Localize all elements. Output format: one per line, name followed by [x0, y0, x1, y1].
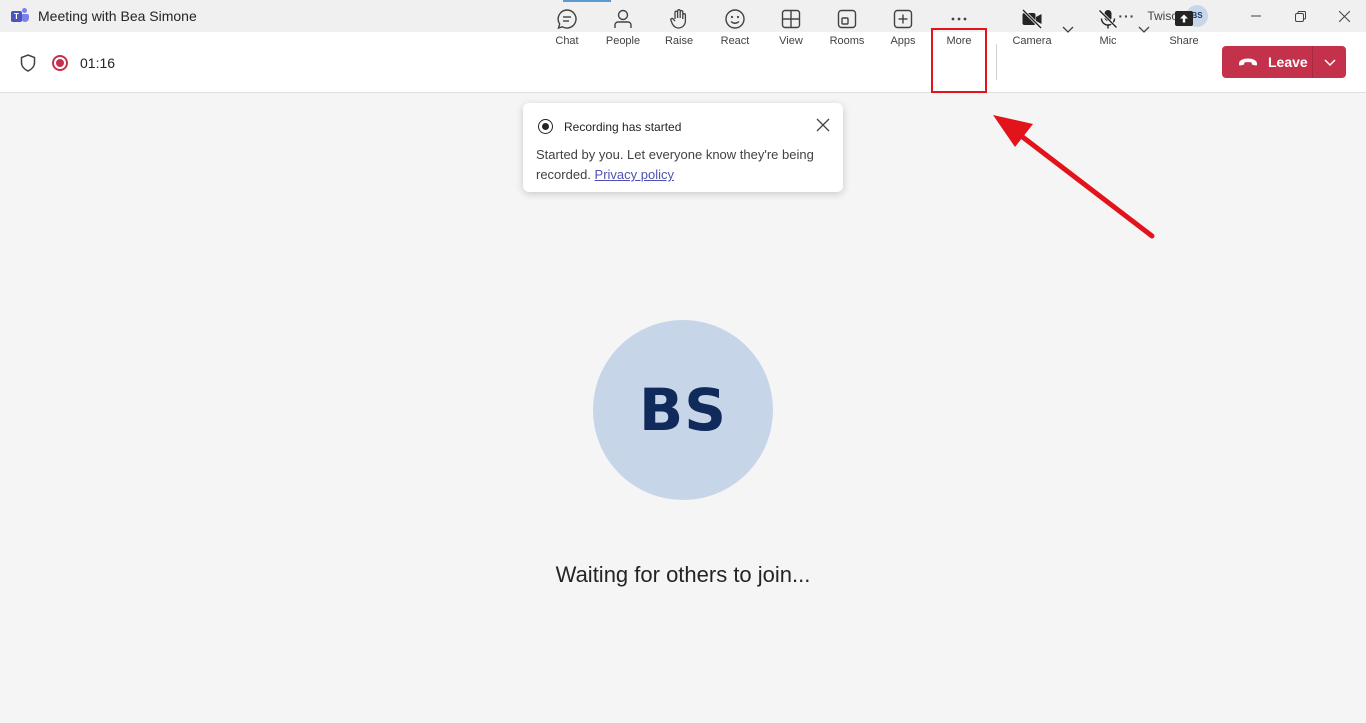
- waiting-message: Waiting for others to join...: [555, 562, 811, 587]
- notification-message: Started by you. Let everyone know they'r…: [536, 147, 814, 182]
- share-icon: [1175, 11, 1193, 26]
- participant-avatar: BS: [593, 320, 773, 500]
- mic-label: Mic: [1099, 35, 1117, 47]
- shield-icon[interactable]: [20, 53, 36, 72]
- ellipsis-icon: [951, 17, 967, 21]
- apps-button[interactable]: Apps: [877, 8, 929, 54]
- close-notification-icon[interactable]: [815, 117, 831, 133]
- privacy-policy-link[interactable]: Privacy policy: [595, 167, 674, 182]
- camera-button[interactable]: Camera: [1006, 8, 1058, 54]
- leave-button-group: Leave: [1222, 46, 1346, 78]
- camera-label: Camera: [1012, 35, 1052, 47]
- chat-button[interactable]: Chat: [541, 8, 593, 54]
- teams-logo-icon: T: [11, 8, 29, 24]
- rooms-label: Rooms: [829, 35, 865, 47]
- record-icon: [538, 119, 553, 134]
- chat-label: Chat: [555, 35, 579, 47]
- view-button[interactable]: View: [765, 8, 817, 54]
- rooms-button[interactable]: Rooms: [821, 8, 873, 54]
- smile-icon: [725, 9, 745, 29]
- raise-hand-button[interactable]: Raise: [653, 8, 705, 54]
- more-highlight-box: [931, 28, 987, 93]
- view-label: View: [779, 35, 803, 47]
- grid-icon: [781, 9, 801, 29]
- chat-icon: [557, 9, 577, 30]
- plus-box-icon: [893, 9, 913, 29]
- share-label: Share: [1169, 35, 1199, 47]
- people-label: People: [605, 35, 641, 47]
- toolbar-divider: [996, 44, 997, 80]
- minimize-button[interactable]: [1234, 0, 1278, 32]
- meeting-timer: 01:16: [80, 54, 116, 71]
- people-icon: [614, 9, 632, 28]
- close-icon: [1338, 10, 1350, 22]
- react-label: React: [720, 35, 750, 47]
- restore-button[interactable]: [1278, 0, 1322, 32]
- notification-body: Started by you. Let everyone know they'r…: [536, 145, 826, 185]
- hand-icon: [670, 9, 687, 29]
- camera-off-icon: [1021, 8, 1043, 30]
- restore-icon: [1294, 10, 1306, 22]
- share-button[interactable]: Share: [1158, 8, 1210, 54]
- recording-notification: Recording has started Started by you. Le…: [523, 103, 843, 192]
- notification-title: Recording has started: [564, 119, 682, 134]
- mic-options-chevron-down-icon[interactable]: [1137, 22, 1151, 36]
- close-window-button[interactable]: [1322, 0, 1366, 32]
- leave-button[interactable]: Leave: [1222, 46, 1312, 78]
- leave-options-button[interactable]: [1313, 55, 1346, 69]
- mic-off-icon: [1098, 9, 1118, 29]
- camera-options-chevron-down-icon[interactable]: [1061, 22, 1075, 36]
- react-button[interactable]: React: [709, 8, 761, 54]
- participant-initials: BS: [639, 376, 727, 444]
- title-accent-line: [563, 0, 611, 2]
- apps-label: Apps: [890, 35, 916, 47]
- recording-indicator-icon: [52, 54, 68, 71]
- chevron-down-icon: [1323, 59, 1336, 67]
- hang-up-icon: [1238, 58, 1258, 66]
- rooms-icon: [837, 9, 857, 29]
- people-button[interactable]: People: [597, 8, 649, 54]
- mic-button[interactable]: Mic: [1082, 8, 1134, 54]
- minimize-icon: [1251, 15, 1261, 17]
- raise-label: Raise: [664, 35, 694, 47]
- window-title: Meeting with Bea Simone: [38, 8, 197, 24]
- leave-label: Leave: [1268, 54, 1308, 70]
